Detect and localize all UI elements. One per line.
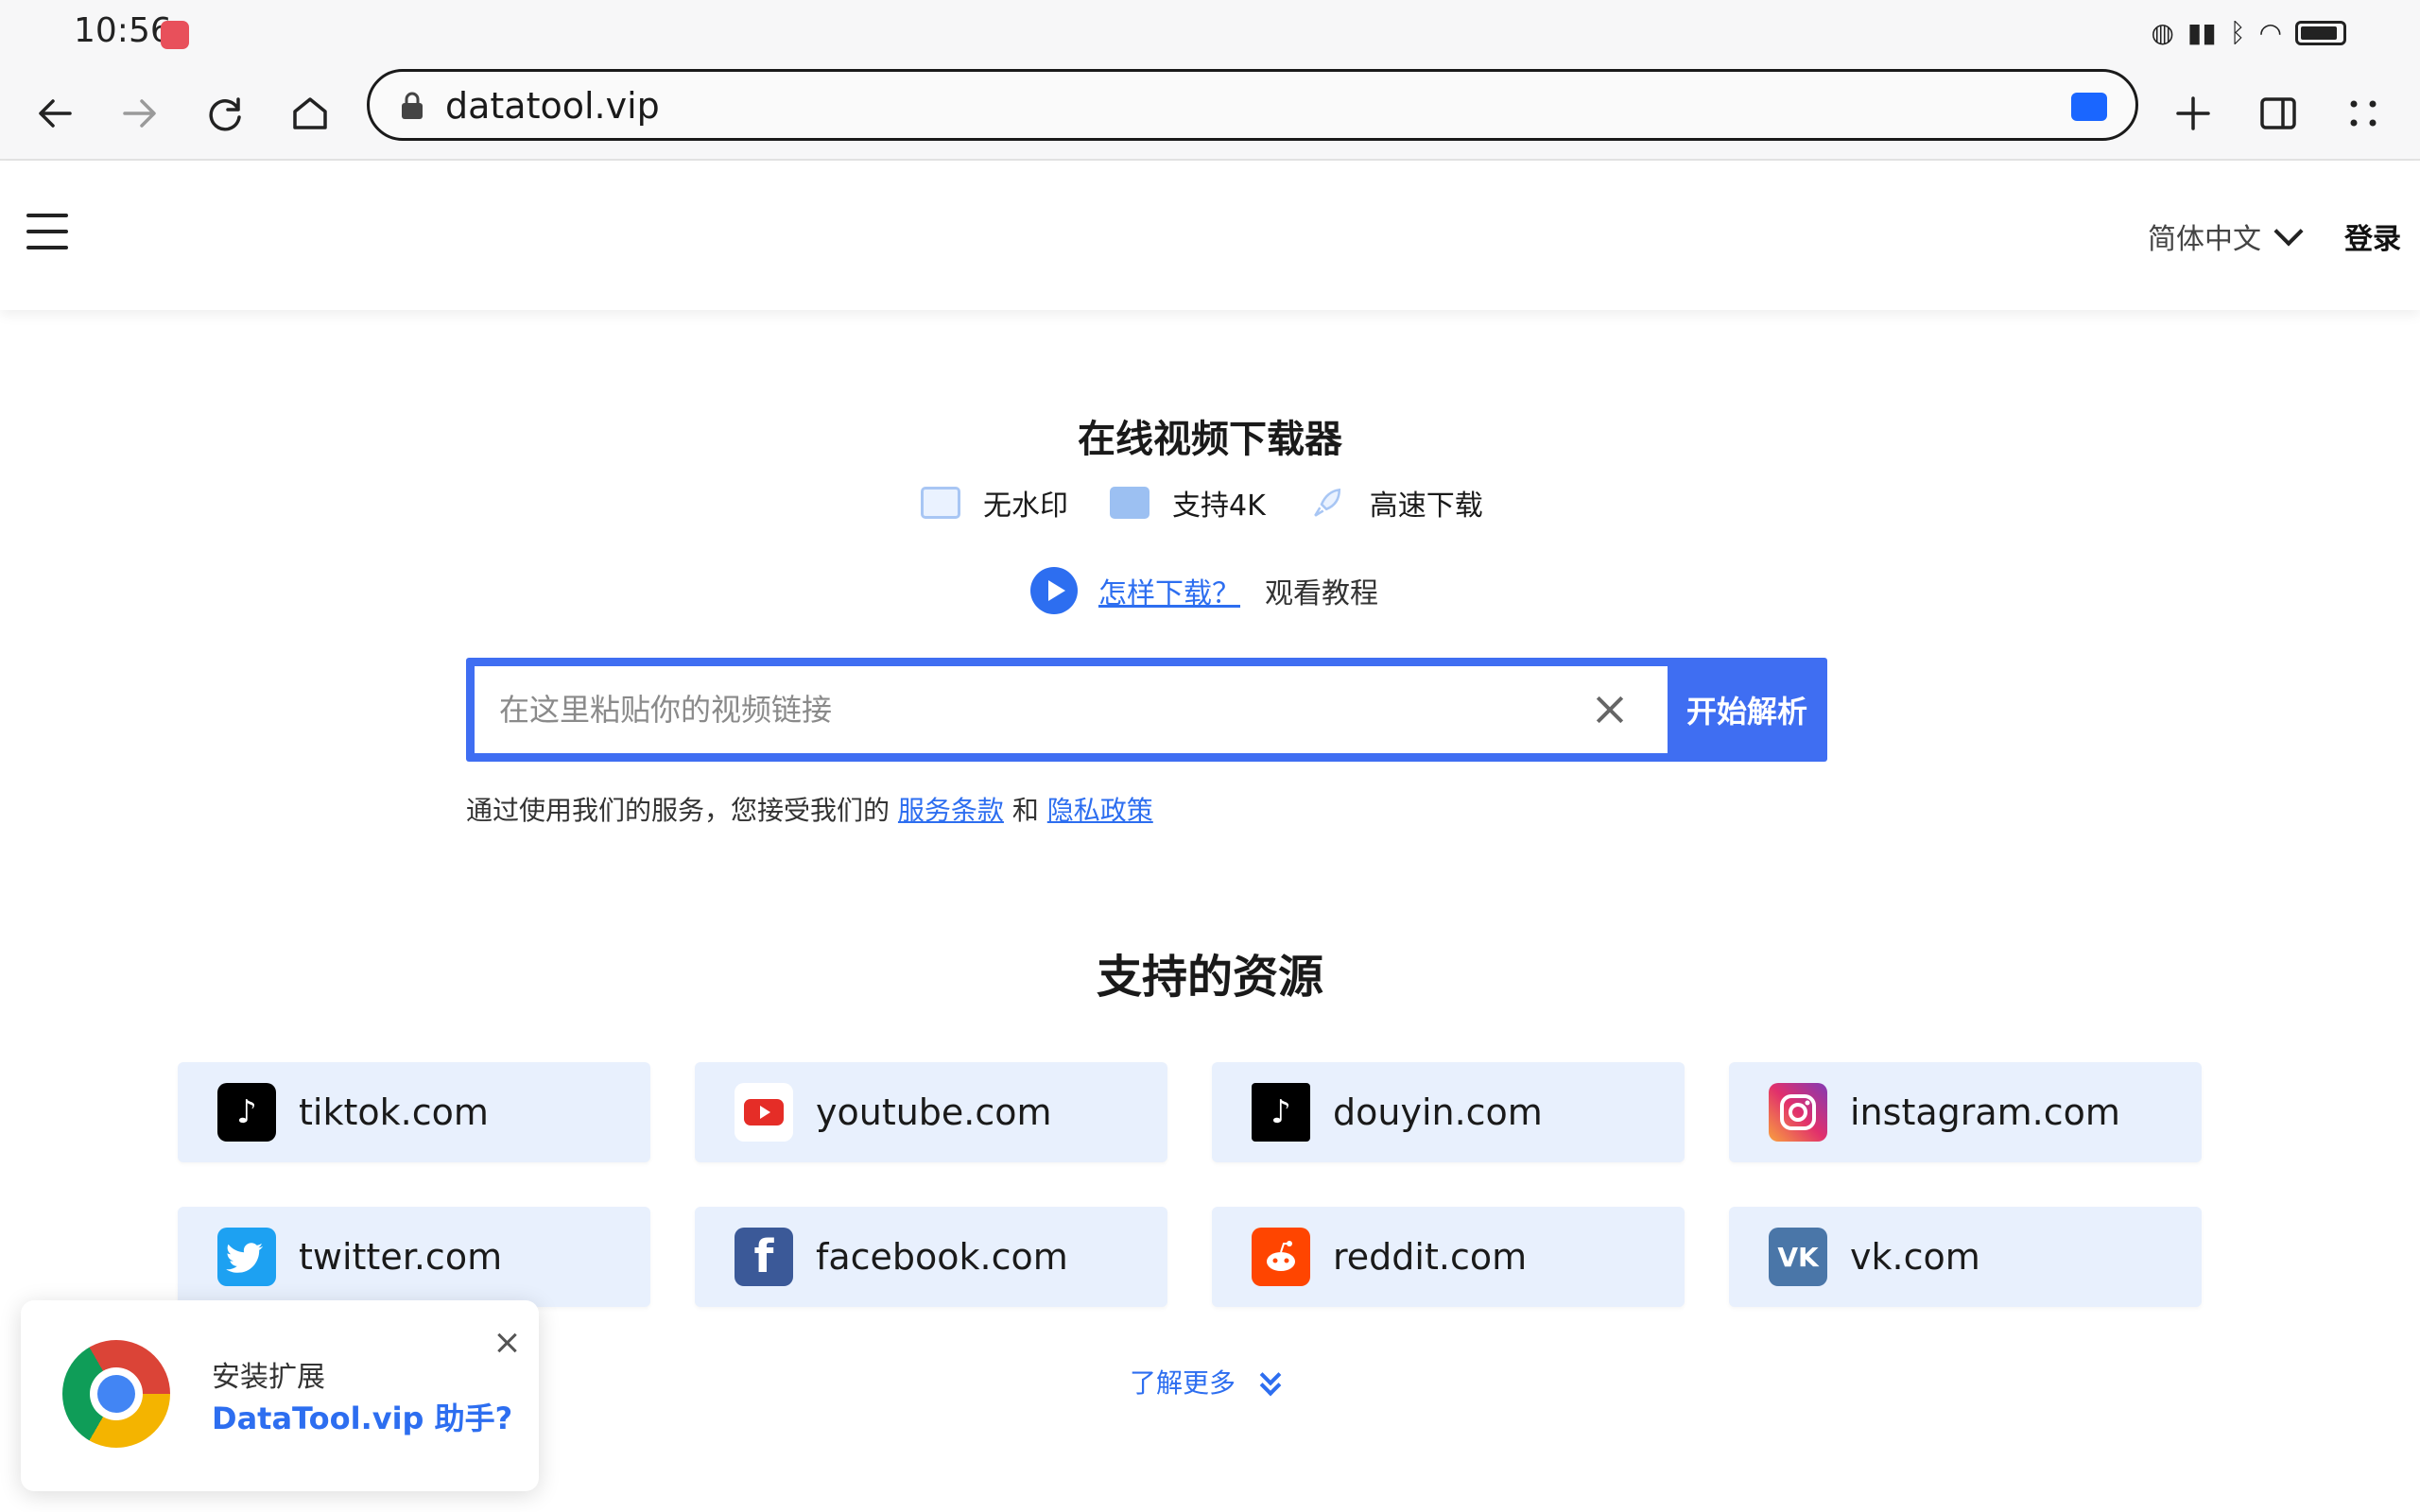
source-vk[interactable]: VK vk.com	[1729, 1207, 2202, 1307]
browser-toolbar: datatool.vip	[0, 66, 2420, 161]
source-label: tiktok.com	[299, 1091, 489, 1133]
status-icons: ◍ ▮▮ ᛒ ◠	[2151, 17, 2346, 48]
source-label: twitter.com	[299, 1236, 503, 1278]
terms-and: 和	[1011, 795, 1039, 826]
feature-fast-download: 高速下载	[1307, 482, 1483, 524]
source-facebook[interactable]: f facebook.com	[695, 1207, 1167, 1307]
language-selector[interactable]: 简体中文	[2148, 215, 2304, 257]
login-link[interactable]: 登录	[2344, 215, 2401, 257]
chevron-down-icon	[2273, 216, 2304, 247]
rocket-icon	[1313, 488, 1340, 517]
vk-icon: VK	[1769, 1228, 1827, 1286]
feature-label: 支持4K	[1172, 490, 1266, 523]
site-header: 简体中文 登录	[0, 163, 2420, 310]
app-notification-icon	[161, 21, 189, 49]
feature-label: 高速下载	[1369, 490, 1483, 523]
status-time: 10:56	[74, 11, 172, 50]
home-icon[interactable]	[276, 79, 344, 147]
menu-icon[interactable]	[2329, 79, 2397, 147]
reading-icon: ▮▮	[2187, 17, 2217, 48]
language-label: 简体中文	[2148, 223, 2261, 256]
feature-label: 无水印	[983, 490, 1068, 523]
extension-install-popup[interactable]: 安装扩展 DataTool.vip 助手?	[21, 1300, 539, 1491]
privacy-policy-link[interactable]: 隐私政策	[1047, 795, 1153, 826]
url-text[interactable]: datatool.vip	[445, 85, 660, 127]
tutorial-row: 怎样下载？ 观看教程	[1030, 567, 1378, 614]
hamburger-menu-icon[interactable]	[26, 214, 68, 251]
source-label: youtube.com	[816, 1091, 1052, 1133]
youtube-icon	[735, 1083, 793, 1142]
feature-4k: 支持4K	[1110, 482, 1266, 524]
source-label: douyin.com	[1333, 1091, 1543, 1133]
feature-no-watermark: 无水印	[921, 482, 1068, 524]
source-instagram[interactable]: instagram.com	[1729, 1062, 2202, 1162]
back-icon[interactable]	[21, 79, 89, 147]
learn-more-link[interactable]: 了解更多	[1130, 1363, 1285, 1400]
cast-icon[interactable]	[2071, 93, 2107, 121]
source-label: facebook.com	[816, 1236, 1068, 1278]
new-tab-icon[interactable]	[2159, 79, 2227, 147]
facebook-icon: f	[735, 1228, 793, 1286]
4k-icon	[1110, 487, 1150, 519]
play-icon[interactable]	[1030, 567, 1078, 614]
lock-icon	[402, 92, 423, 119]
double-chevron-down-icon	[1258, 1364, 1285, 1397]
source-douyin[interactable]: ♪ douyin.com	[1212, 1062, 1685, 1162]
battery-icon	[2295, 20, 2346, 45]
sources-title: 支持的资源	[1096, 951, 1323, 1004]
terms-notice: 通过使用我们的服务，您接受我们的 服务条款 和 隐私政策	[466, 790, 1153, 828]
source-twitter[interactable]: twitter.com	[178, 1207, 650, 1307]
nfc-icon: ◍	[2151, 17, 2174, 48]
source-tiktok[interactable]: ♪ tiktok.com	[178, 1062, 650, 1162]
bluetooth-icon: ᛒ	[2229, 17, 2246, 48]
feature-list: 无水印 支持4K 高速下载	[921, 482, 1525, 524]
terms-prefix: 通过使用我们的服务，您接受我们的	[466, 795, 890, 826]
source-label: vk.com	[1850, 1236, 1980, 1278]
reddit-icon	[1252, 1228, 1310, 1286]
clear-icon[interactable]	[1591, 691, 1629, 729]
popup-extension-name[interactable]: DataTool.vip 助手?	[212, 1395, 512, 1438]
source-label: reddit.com	[1333, 1236, 1528, 1278]
close-icon[interactable]	[493, 1329, 522, 1357]
start-parse-button[interactable]: 开始解析	[1667, 658, 1827, 762]
source-youtube[interactable]: youtube.com	[695, 1062, 1167, 1162]
popup-install-text: 安装扩展	[212, 1361, 325, 1394]
forward-icon[interactable]	[106, 79, 174, 147]
learn-more-label: 了解更多	[1130, 1367, 1236, 1399]
terms-of-service-link[interactable]: 服务条款	[898, 795, 1004, 826]
page-title: 在线视频下载器	[1078, 418, 1342, 461]
how-to-download-link[interactable]: 怎样下载？	[1098, 570, 1240, 611]
douyin-icon: ♪	[1252, 1083, 1310, 1142]
url-bar[interactable]: datatool.vip	[367, 69, 2138, 141]
watch-tutorial-text: 观看教程	[1265, 577, 1378, 610]
instagram-icon	[1769, 1083, 1827, 1142]
no-watermark-icon	[921, 487, 960, 519]
status-bar: 10:56 ◍ ▮▮ ᛒ ◠	[0, 0, 2420, 66]
wifi-icon: ◠	[2258, 17, 2282, 48]
reload-icon[interactable]	[191, 79, 259, 147]
video-url-input[interactable]	[475, 666, 1668, 753]
search-box: 开始解析	[466, 658, 1827, 762]
twitter-icon	[217, 1228, 276, 1286]
tiktok-icon: ♪	[217, 1083, 276, 1142]
source-reddit[interactable]: reddit.com	[1212, 1207, 1685, 1307]
source-label: instagram.com	[1850, 1091, 2120, 1133]
chrome-icon	[62, 1340, 170, 1448]
sidebar-icon[interactable]	[2244, 79, 2312, 147]
